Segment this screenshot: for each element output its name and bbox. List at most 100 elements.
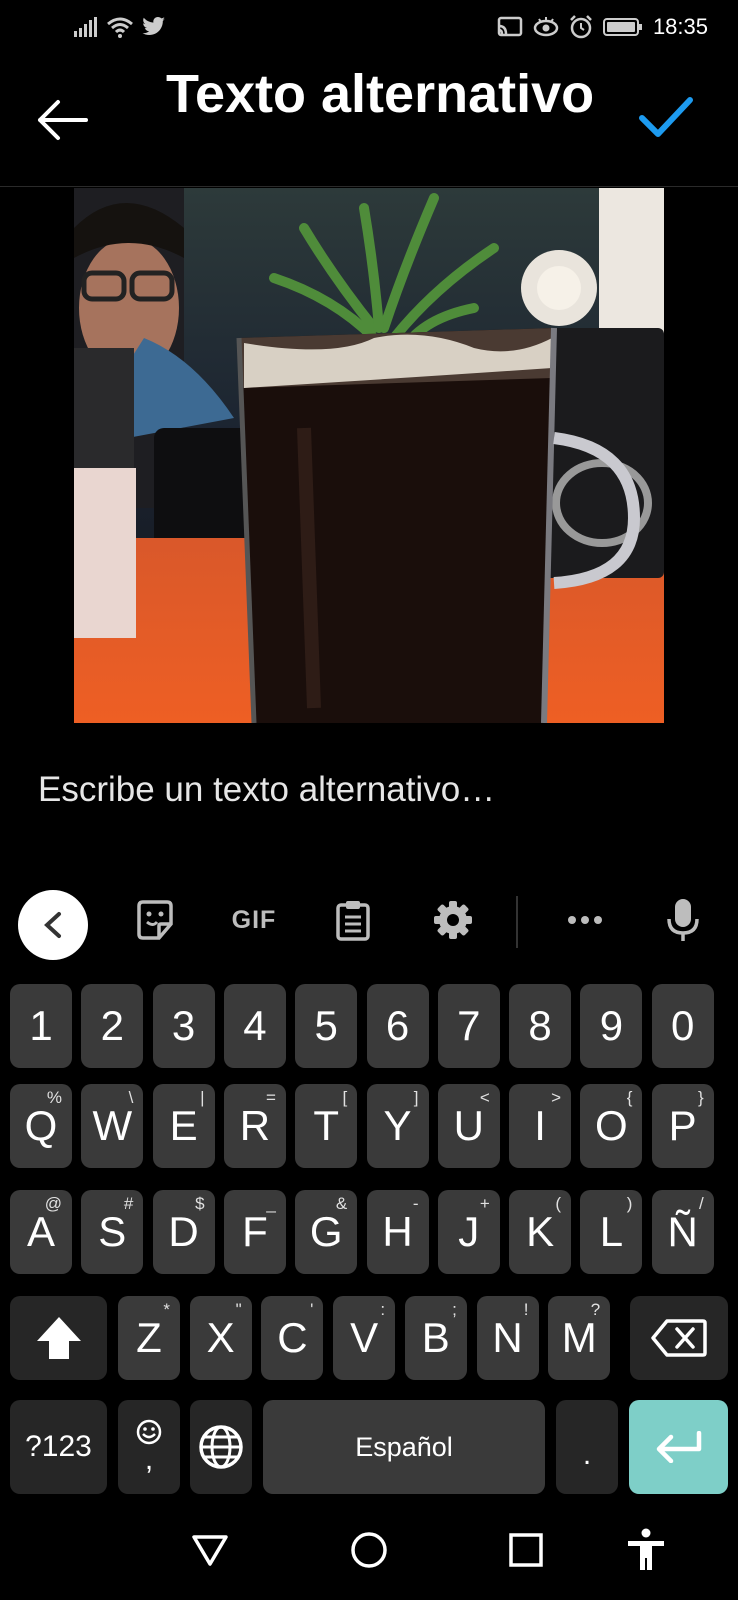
- status-bar: 18:35: [0, 0, 738, 58]
- key-hint: =: [265, 1088, 276, 1107]
- key-hint: {: [626, 1088, 633, 1107]
- photo-image: [74, 188, 664, 723]
- back-button[interactable]: [34, 98, 94, 142]
- key-hint: ;: [452, 1300, 457, 1319]
- letter-key-x[interactable]: X ": [189, 1296, 252, 1380]
- letter-key-t[interactable]: T[: [295, 1084, 358, 1168]
- letter-key-f[interactable]: F _: [223, 1190, 286, 1274]
- key-hint: (: [555, 1194, 562, 1213]
- letter-row-1: Q% W \ E | R = T[Y] U < I > O{P}: [0, 1084, 738, 1168]
- symbols-key[interactable]: ?123: [10, 1400, 107, 1494]
- key-label: B: [421, 1314, 450, 1361]
- key-label: 8: [528, 1002, 552, 1049]
- letter-key-l[interactable]: L): [580, 1190, 643, 1274]
- key-hint: [: [342, 1088, 348, 1107]
- number-key-4[interactable]: 4: [223, 984, 286, 1068]
- key-hint: -: [412, 1194, 419, 1213]
- status-right: 18:35: [497, 14, 708, 40]
- number-key-9[interactable]: 9: [580, 984, 643, 1068]
- letter-key-c[interactable]: C ': [261, 1296, 324, 1380]
- letter-key-r[interactable]: R =: [223, 1084, 286, 1168]
- gif-button[interactable]: GIF: [222, 890, 286, 950]
- letter-key-u[interactable]: U <: [437, 1084, 500, 1168]
- number-key-5[interactable]: 5: [295, 984, 358, 1068]
- enter-key[interactable]: [629, 1400, 728, 1494]
- key-hint: %: [46, 1088, 62, 1107]
- number-key-2[interactable]: 2: [81, 984, 144, 1068]
- key-label: M: [561, 1314, 597, 1361]
- letter-key-j[interactable]: J +: [437, 1190, 500, 1274]
- key-label: J: [458, 1208, 480, 1255]
- period-label: .: [582, 1438, 592, 1471]
- number-key-0[interactable]: 0: [651, 984, 714, 1068]
- number-key-8[interactable]: 8: [509, 984, 572, 1068]
- key-hint: ): [626, 1194, 633, 1213]
- letter-key-o[interactable]: O{: [580, 1084, 643, 1168]
- letter-key-p[interactable]: P}: [651, 1084, 714, 1168]
- shift-key[interactable]: [10, 1296, 107, 1380]
- key-label: I: [534, 1102, 546, 1149]
- letter-key-s[interactable]: S #: [81, 1190, 144, 1274]
- key-label: F: [242, 1208, 268, 1255]
- letter-key-q[interactable]: Q%: [10, 1084, 72, 1168]
- voice-input-button[interactable]: [660, 890, 706, 950]
- letter-key-m[interactable]: M?: [548, 1296, 611, 1380]
- clipboard-icon: [336, 901, 370, 941]
- accessibility-button[interactable]: [622, 1526, 670, 1574]
- letter-key-k[interactable]: K(: [509, 1190, 572, 1274]
- letter-key-w[interactable]: W \: [81, 1084, 144, 1168]
- key-hint: !: [523, 1300, 529, 1319]
- number-key-7[interactable]: 7: [437, 984, 500, 1068]
- confirm-button[interactable]: [638, 94, 698, 144]
- letter-key-y[interactable]: Y]: [366, 1084, 429, 1168]
- key-hint: ': [310, 1300, 314, 1319]
- key-label: K: [526, 1208, 555, 1255]
- clipboard-button[interactable]: [330, 890, 376, 950]
- number-key-3[interactable]: 3: [152, 984, 215, 1068]
- emoji-comma-key[interactable]: ,: [118, 1400, 180, 1494]
- key-label: E: [169, 1102, 198, 1149]
- accessibility-icon: [628, 1528, 664, 1570]
- triangle-back-icon: [192, 1535, 228, 1566]
- toolbar-divider: [516, 896, 518, 948]
- letter-key-h[interactable]: H-: [366, 1190, 429, 1274]
- key-hint: |: [200, 1088, 205, 1107]
- number-key-1[interactable]: 1: [10, 984, 72, 1068]
- letter-key-v[interactable]: V:: [333, 1296, 396, 1380]
- key-label: L: [599, 1208, 624, 1255]
- key-label: 1: [29, 1002, 53, 1049]
- space-key[interactable]: Español: [263, 1400, 545, 1494]
- letter-key-a[interactable]: A @: [10, 1190, 72, 1274]
- language-key[interactable]: [190, 1400, 252, 1494]
- period-key[interactable]: .: [556, 1400, 618, 1494]
- letter-key-z[interactable]: Z *: [118, 1296, 180, 1380]
- letter-row-2: A @ S # D $ F _ G & H - J + K(L) Ñ /: [0, 1190, 738, 1274]
- number-key-6[interactable]: 6: [366, 984, 429, 1068]
- nav-home-button[interactable]: [345, 1526, 393, 1574]
- letter-key-g[interactable]: G &: [295, 1190, 358, 1274]
- letter-key-n[interactable]: N!: [476, 1296, 539, 1380]
- nav-recents-button[interactable]: [502, 1526, 550, 1574]
- key-label: N: [492, 1314, 523, 1361]
- letter-key-ñ[interactable]: Ñ /: [651, 1190, 714, 1274]
- eye-icon: [533, 17, 559, 37]
- backspace-key[interactable]: [630, 1296, 728, 1380]
- letter-key-b[interactable]: B;: [404, 1296, 467, 1380]
- more-button[interactable]: [560, 890, 610, 950]
- letter-key-d[interactable]: D $: [152, 1190, 215, 1274]
- nav-back-button[interactable]: [186, 1526, 234, 1574]
- sticker-button[interactable]: [130, 890, 180, 950]
- keyboard-toolbar: GIF: [0, 870, 738, 970]
- key-label: 5: [314, 1002, 338, 1049]
- key-hint: #: [123, 1194, 134, 1213]
- letter-key-e[interactable]: E |: [152, 1084, 215, 1168]
- collapse-toolbar-button[interactable]: [18, 890, 88, 960]
- key-hint: &: [335, 1194, 348, 1213]
- alt-text-input[interactable]: [38, 760, 698, 820]
- circle-home-icon: [351, 1532, 387, 1568]
- letter-key-i[interactable]: I >: [509, 1084, 572, 1168]
- battery-icon: [602, 18, 642, 36]
- key-label: D: [168, 1208, 199, 1255]
- settings-button[interactable]: [430, 890, 476, 950]
- key-hint: <: [479, 1088, 490, 1107]
